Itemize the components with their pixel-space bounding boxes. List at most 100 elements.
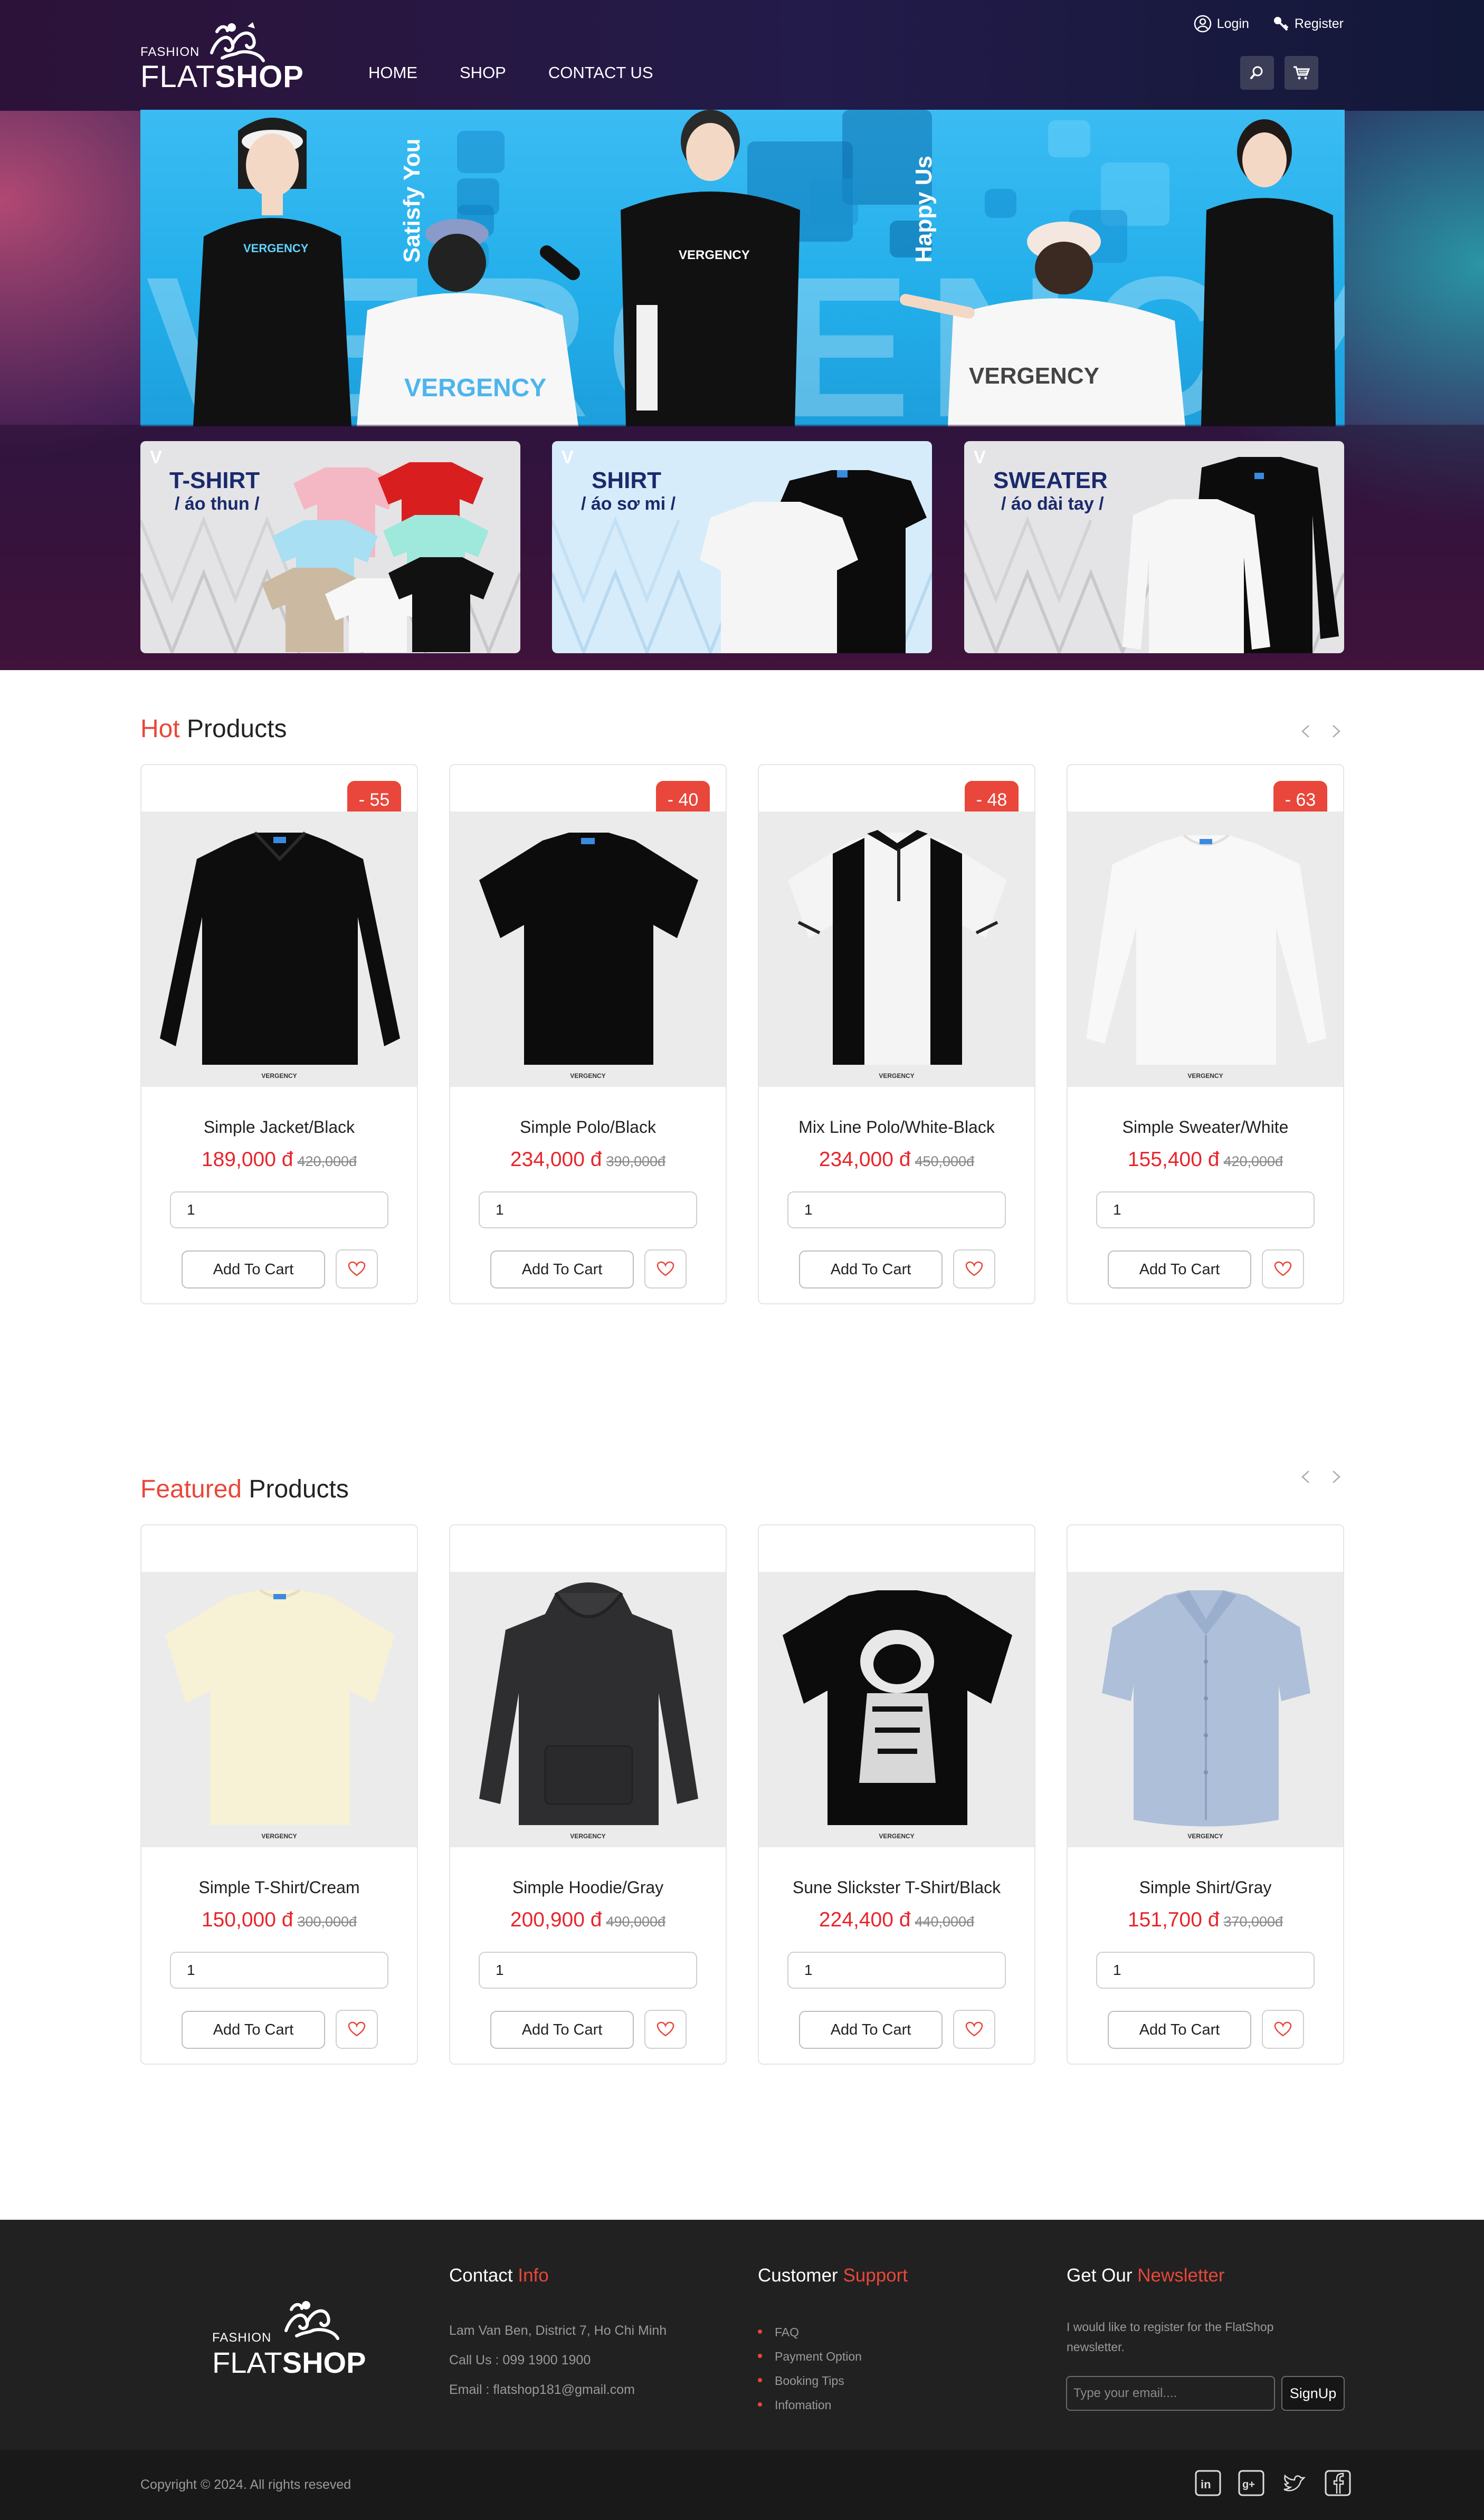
product-name[interactable]: Simple Shirt/Gray (1068, 1878, 1343, 1897)
hoodie-image (479, 1582, 698, 1825)
register-link[interactable]: Register (1272, 15, 1344, 32)
product-image[interactable]: VERGENCY (141, 1572, 417, 1847)
cart-icon (1293, 66, 1310, 80)
banner-square (1048, 120, 1090, 157)
support-link-payment[interactable]: Payment Option (758, 2350, 862, 2363)
product-name[interactable]: Sune Slickster T-Shirt/Black (759, 1878, 1034, 1897)
product-card[interactable]: VERGENCY Simple T-Shirt/Cream 150,000 đ3… (140, 1524, 418, 2065)
chevron-right-icon[interactable] (1329, 1469, 1344, 1484)
hot-rest: Products (179, 715, 287, 743)
quantity-input[interactable] (479, 1191, 697, 1228)
linkedin-icon[interactable]: in (1194, 2469, 1222, 2497)
wishlist-button[interactable] (336, 1249, 378, 1288)
newsletter-signup-button[interactable]: SignUp (1281, 2376, 1345, 2411)
category-card-shirt[interactable]: V SHIRT / áo sơ mi / (552, 441, 932, 653)
quantity-input[interactable] (1096, 1952, 1315, 1989)
product-old-price: 450,000đ (915, 1153, 975, 1169)
product-price: 234,000 đ (510, 1148, 602, 1171)
product-name[interactable]: Simple Polo/Black (450, 1118, 726, 1137)
quantity-input[interactable] (787, 1952, 1006, 1989)
wishlist-button[interactable] (1262, 1249, 1304, 1288)
quantity-input[interactable] (479, 1952, 697, 1989)
banner-square (985, 189, 1016, 218)
wishlist-button[interactable] (336, 2010, 378, 2049)
product-brand: VERGENCY (261, 1072, 297, 1080)
category-card-tshirt[interactable]: V T-SHIRT / áo thun / (140, 441, 520, 653)
support-link-booking[interactable]: Booking Tips (758, 2374, 862, 2388)
product-card[interactable]: VERGENCY Simple Shirt/Gray 151,700 đ 370,… (1067, 1524, 1344, 2065)
product-old-price: 390,000đ (606, 1153, 666, 1169)
product-image[interactable]: VERGENCY (759, 812, 1034, 1087)
twitter-icon[interactable] (1280, 2469, 1309, 2497)
add-to-cart-button[interactable]: Add To Cart (1108, 1251, 1251, 1288)
site-footer: FASHION FLATSHOP Contact Info Lam Van Be… (0, 2220, 1484, 2450)
hot-accent: Hot (140, 715, 180, 743)
product-name[interactable]: Simple Sweater/White (1068, 1118, 1343, 1137)
wishlist-button[interactable] (1262, 2010, 1304, 2049)
nav-shop[interactable]: SHOP (460, 63, 506, 82)
product-image[interactable]: VERGENCY (1068, 812, 1343, 1087)
product-name[interactable]: Simple Jacket/Black (141, 1118, 417, 1137)
add-to-cart-button[interactable]: Add To Cart (490, 1251, 634, 1288)
heart-icon (1274, 1261, 1292, 1276)
product-old-price: 370,000đ (1223, 1914, 1283, 1930)
chevron-right-icon[interactable] (1329, 724, 1344, 739)
site-logo[interactable]: FASHION FLATSHOP (140, 21, 303, 94)
product-card[interactable]: - 63 VERGENCY Simple Sweater/White 155,4… (1067, 764, 1344, 1304)
nav-home[interactable]: HOME (368, 63, 417, 82)
add-to-cart-button[interactable]: Add To Cart (182, 1251, 325, 1288)
add-to-cart-button[interactable]: Add To Cart (799, 1251, 943, 1288)
product-image[interactable]: VERGENCY (450, 812, 726, 1087)
newsletter-email-input[interactable] (1066, 2376, 1275, 2411)
login-link[interactable]: Login (1194, 15, 1249, 33)
quantity-input[interactable] (787, 1191, 1006, 1228)
product-old-price: 300,000đ (297, 1914, 357, 1930)
add-to-cart-button[interactable]: Add To Cart (799, 2011, 943, 2049)
hero-banner[interactable]: VERGENCY VERGENCY VERGENCY Satisfy You (140, 110, 1345, 426)
product-card[interactable]: - 48 VERGENCY Mix Line Polo/White-Black … (758, 764, 1035, 1304)
add-to-cart-button[interactable]: Add To Cart (490, 2011, 634, 2049)
quantity-input[interactable] (1096, 1191, 1315, 1228)
product-image[interactable]: VERGENCY (1068, 1572, 1343, 1847)
product-name[interactable]: Simple Hoodie/Gray (450, 1878, 726, 1897)
product-image[interactable]: VERGENCY (450, 1572, 726, 1847)
newsletter-heading: Get Our Newsletter (1067, 2265, 1225, 2286)
quantity-input[interactable] (170, 1952, 388, 1989)
search-icon (1250, 66, 1263, 79)
product-name[interactable]: Mix Line Polo/White-Black (759, 1118, 1034, 1137)
wishlist-button[interactable] (644, 2010, 687, 2049)
product-prices: 189,000 đ 420,000đ (141, 1148, 417, 1171)
shirt-stack-image (700, 470, 927, 653)
add-to-cart-button[interactable]: Add To Cart (1108, 2011, 1251, 2049)
facebook-icon[interactable] (1324, 2469, 1352, 2497)
nav-contact[interactable]: CONTACT US (548, 63, 653, 82)
category-title: T-SHIRT (169, 467, 260, 493)
heart-icon (1274, 2021, 1292, 2037)
chevron-left-icon[interactable] (1298, 724, 1313, 739)
support-accent: Support (843, 2265, 908, 2286)
chevron-left-icon[interactable] (1298, 1469, 1313, 1484)
newsletter-accent: Newsletter (1137, 2265, 1225, 2286)
footer-logo[interactable]: FASHION FLATSHOP (212, 2299, 366, 2379)
category-card-sweater[interactable]: V SWEATER / áo dài tay / (964, 441, 1344, 653)
product-card[interactable]: VERGENCY Simple Hoodie/Gray 200,900 đ 490… (449, 1524, 727, 2065)
wishlist-button[interactable] (644, 1249, 687, 1288)
support-link-faq[interactable]: FAQ (758, 2325, 862, 2339)
wishlist-button[interactable] (953, 2010, 995, 2049)
product-card[interactable]: - 55 VERGENCY Simple Jacket/Black 189,00… (140, 764, 418, 1304)
product-card[interactable]: VERGENCY Sune Slickster T-Shirt/Black 22… (758, 1524, 1035, 2065)
cart-button[interactable] (1285, 56, 1318, 90)
quantity-input[interactable] (170, 1191, 388, 1228)
product-image[interactable]: VERGENCY (759, 1572, 1034, 1847)
product-image[interactable]: VERGENCY (141, 812, 417, 1087)
add-to-cart-button[interactable]: Add To Cart (182, 2011, 325, 2049)
contact-email[interactable]: Email : flatshop181@gmail.com (449, 2382, 635, 2398)
logo-small-text: FASHION (140, 45, 200, 59)
google-plus-icon[interactable]: g+ (1237, 2469, 1266, 2497)
product-price: 189,000 đ (201, 1148, 293, 1171)
wishlist-button[interactable] (953, 1249, 995, 1288)
support-link-information[interactable]: Infomation (758, 2398, 862, 2412)
product-card[interactable]: - 40 VERGENCY Simple Polo/Black 234,000 … (449, 764, 727, 1304)
product-name[interactable]: Simple T-Shirt/Cream (141, 1878, 417, 1897)
search-button[interactable] (1240, 56, 1274, 90)
